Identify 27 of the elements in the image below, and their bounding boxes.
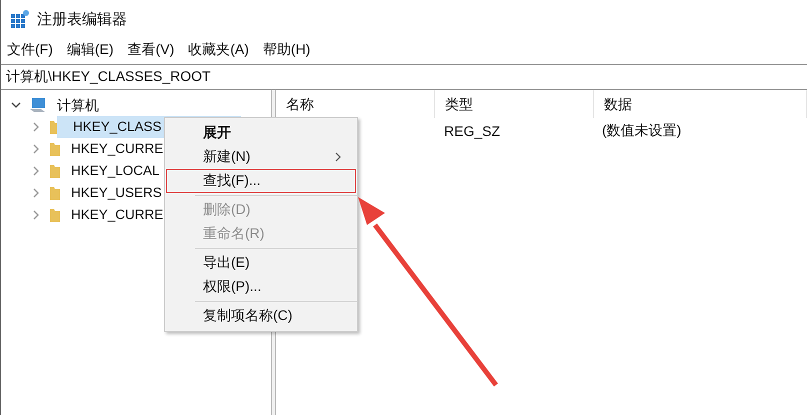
menu-item[interactable]: 权限(P)...	[166, 275, 356, 299]
address-field[interactable]: 计算机\HKEY_CLASSES_ROOT	[1, 64, 807, 90]
folder-icon	[49, 163, 61, 179]
table-cell-text: REG_SZ	[443, 122, 502, 138]
menu-item[interactable]: 新建(N)	[166, 145, 356, 169]
computer-icon	[29, 97, 47, 113]
folder-icon	[49, 141, 61, 157]
folder-icon	[49, 185, 61, 201]
column-header[interactable]: 数据	[594, 90, 807, 118]
tree-item[interactable]: 计算机	[53, 94, 103, 116]
window-title: 注册表编辑器	[37, 10, 127, 28]
menu-item[interactable]: 导出(E)	[166, 251, 356, 275]
tree-item[interactable]: HKEY_USERS	[69, 182, 166, 204]
menu-item[interactable]: 编辑(E)	[66, 41, 114, 59]
menu-item[interactable]: 查看(V)	[128, 41, 174, 59]
tree-item[interactable]: HKEY_CURRE	[69, 138, 168, 160]
menu-item[interactable]: 查找(F)...	[166, 169, 356, 193]
column-header[interactable]: 类型	[435, 90, 594, 118]
menu-item[interactable]: 文件(F)	[7, 41, 53, 59]
table-cell-text: (数值未设置)	[601, 122, 682, 140]
tree-item[interactable]: HKEY_LOCAL	[69, 160, 164, 182]
menu-item[interactable]: 收藏夹(A)	[188, 41, 249, 59]
folder-icon	[49, 207, 61, 223]
menu-item[interactable]: 复制项名称(C)	[166, 304, 356, 328]
app-icon	[11, 10, 29, 28]
menu-item[interactable]: 帮助(H)	[262, 41, 310, 59]
tree-item[interactable]: HKEY_CURRE	[69, 204, 168, 226]
